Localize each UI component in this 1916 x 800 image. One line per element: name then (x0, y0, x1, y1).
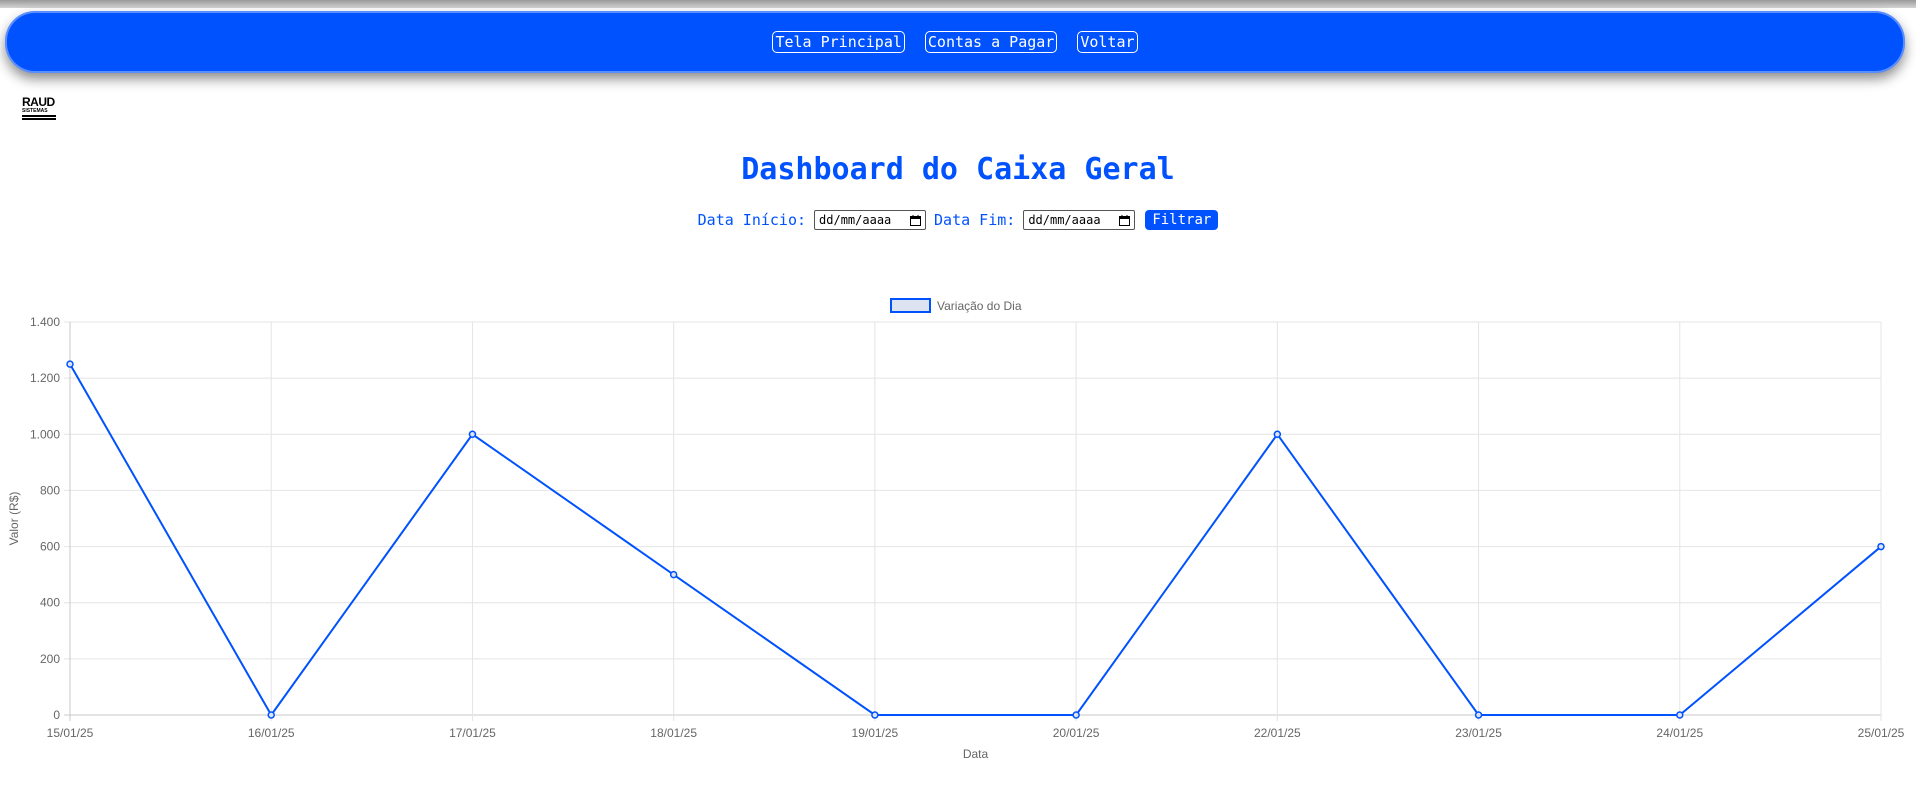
browser-top-strip (0, 0, 1916, 8)
data-point (468, 430, 477, 439)
calendar-icon[interactable] (910, 214, 922, 226)
y-tick-label: 1.400 (30, 315, 60, 329)
data-point (66, 360, 74, 368)
y-tick-label: 800 (40, 483, 60, 497)
y-tick-label: 0 (53, 708, 60, 722)
end-date-label: Data Fim: (934, 211, 1016, 229)
nav-contas-a-pagar-button[interactable]: Contas a Pagar (924, 31, 1058, 53)
nav-voltar-button[interactable]: Voltar (1077, 31, 1138, 53)
x-tick-label: 25/01/25 (1858, 726, 1905, 740)
x-tick-label: 20/01/25 (1053, 726, 1100, 740)
data-point (1676, 711, 1684, 719)
start-date-input[interactable]: dd/mm/aaaa (814, 210, 927, 230)
data-point (1474, 711, 1483, 719)
start-date-value: dd/mm/aaaa (819, 213, 892, 227)
start-date-label: Data Início: (697, 211, 807, 229)
data-point (267, 711, 275, 719)
x-tick-label: 22/01/25 (1254, 726, 1301, 740)
legend-swatch (890, 298, 931, 313)
data-point (871, 711, 879, 719)
y-axis-title: Valor (R$) (7, 492, 21, 546)
x-tick-label: 16/01/25 (248, 726, 295, 740)
y-tick-label: 1.200 (30, 371, 60, 385)
x-axis-title: Data (963, 747, 989, 761)
filter-button[interactable]: Filtrar (1145, 210, 1219, 230)
y-tick-label: 400 (40, 596, 60, 610)
logo-line1: RAUD (22, 95, 55, 109)
y-tick-label: 1.000 (30, 427, 60, 441)
series-line (69, 363, 1882, 717)
date-filter-bar: Data Início: dd/mm/aaaa Data Fim: dd/mm/… (0, 210, 1916, 230)
y-tick-label: 200 (40, 652, 60, 666)
y-tick-label: 600 (40, 540, 60, 554)
legend-label: Variação do Dia (937, 299, 1022, 313)
end-date-input[interactable]: dd/mm/aaaa (1023, 210, 1136, 230)
x-tick-label: 24/01/25 (1656, 726, 1703, 740)
x-tick-label: 18/01/25 (650, 726, 697, 740)
data-point (1072, 711, 1080, 719)
page-title: Dashboard do Caixa Geral (741, 152, 1175, 187)
x-tick-label: 15/01/25 (47, 726, 94, 740)
company-logo: RAUD SISTEMAS (22, 95, 58, 123)
data-point (669, 570, 678, 579)
calendar-icon[interactable] (1119, 214, 1131, 226)
data-point (1877, 542, 1885, 551)
x-tick-label: 19/01/25 (852, 726, 899, 740)
data-point (1273, 430, 1282, 439)
x-tick-label: 23/01/25 (1455, 726, 1502, 740)
top-navbar: Tela Principal Contas a Pagar Voltar (5, 11, 1905, 73)
end-date-value: dd/mm/aaaa (1028, 213, 1101, 227)
x-tick-label: 17/01/25 (449, 726, 496, 740)
line-chart: 0 200 400 600 800 1.000 1.200 1.400 15/01/25 16/0… (7, 298, 1905, 761)
logo-bars (22, 115, 56, 121)
nav-tela-principal-button[interactable]: Tela Principal (772, 31, 905, 53)
